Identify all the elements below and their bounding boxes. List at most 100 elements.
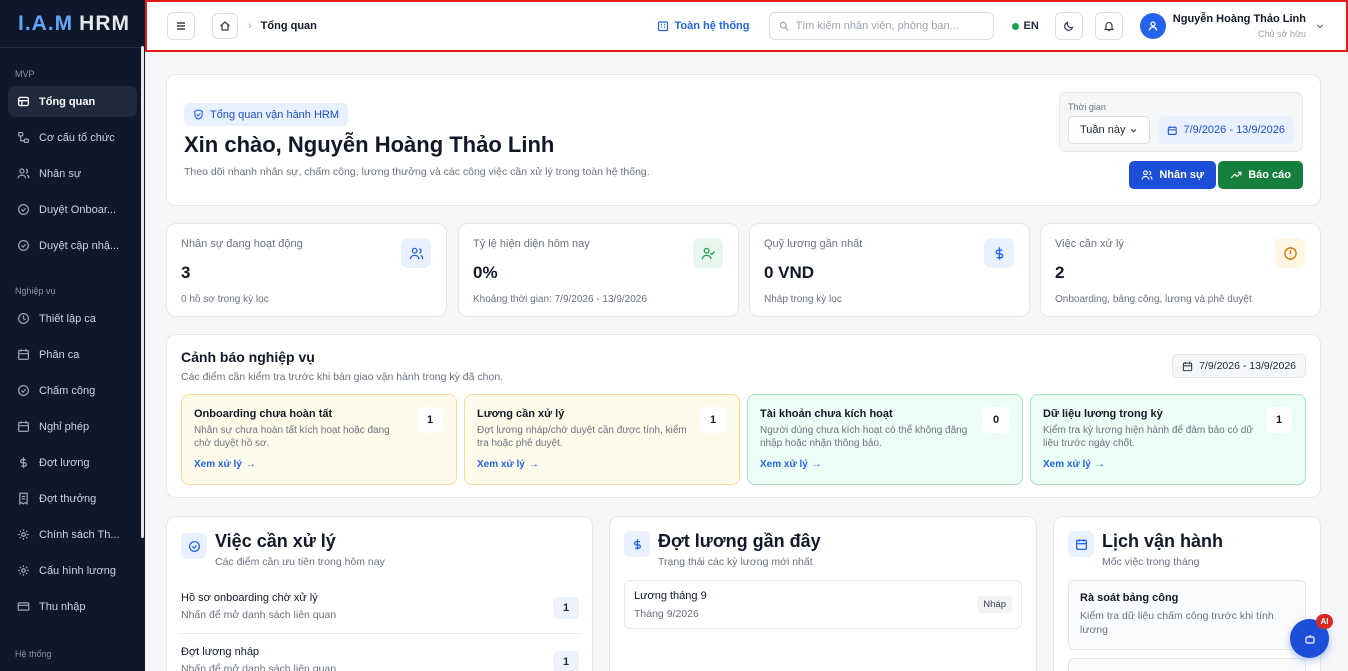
sidebar-item-label: Tổng quan (39, 95, 96, 108)
schedule-item-next[interactable] (1068, 658, 1306, 671)
sidebar-item-co-cau-to-chuc[interactable]: Cơ cấu tổ chức (8, 122, 137, 153)
sidebar-item-chinh-sach[interactable]: Chính sách Th... (8, 519, 137, 550)
stat-value: 3 (181, 263, 191, 282)
alert-link[interactable]: Xem xử lý → (194, 459, 444, 470)
schedule-item[interactable]: Rà soát bảng công Kiểm tra dữ liệu chấm … (1068, 580, 1306, 650)
check-circle-icon (18, 385, 29, 396)
stat-card-tasks[interactable]: Việc cần xử lý 2 Onboarding, bảng công, … (1040, 223, 1321, 317)
task-item[interactable]: Đợt lương nháp Nhấn để mở danh sách liên… (181, 646, 579, 671)
sidebar: I.A.M HRM MVP Tổng quan Cơ cấu tổ chức Nh… (0, 0, 145, 671)
payroll-card: Đợt lương gần đây Trạng thái các kỳ lươn… (609, 516, 1037, 671)
payroll-item[interactable]: Lương tháng 9 Tháng 9/2026 Nháp (624, 580, 1022, 629)
sidebar-section-he-thong: Hệ thống (15, 649, 52, 659)
sidebar-item-label: Đợt lương (39, 456, 90, 469)
shield-check-icon (194, 109, 203, 120)
wallet-icon (17, 602, 30, 611)
chevron-down-icon[interactable] (1315, 21, 1325, 31)
time-filter-panel: Thời gian Tuần này 7/9/2026 - 13/9/2026 (1059, 92, 1303, 152)
task-count: 1 (553, 597, 579, 619)
alert-inactive-accounts[interactable]: Tài khoản chưa kích hoạt Người dùng chưa… (747, 394, 1023, 485)
alert-onboarding[interactable]: Onboarding chưa hoàn tất Nhân sự chưa ho… (181, 394, 457, 485)
notification-button[interactable] (1094, 12, 1123, 40)
alert-payroll[interactable]: Lương cần xử lý Đợt lương nháp/chờ duyệt… (464, 394, 740, 485)
time-label: Thời gian (1068, 102, 1106, 112)
sidebar-item-label: Duyệt Onboar... (39, 203, 117, 216)
date-range-value: 7/9/2026 - 13/9/2026 (1183, 124, 1285, 136)
alert-link[interactable]: Xem xử lý → (1043, 459, 1293, 470)
sidebar-item-cham-cong[interactable]: Chấm công (8, 375, 137, 406)
check-circle-icon (18, 204, 29, 215)
sidebar-item-label: Nghỉ phép (39, 420, 90, 433)
date-range-picker[interactable]: 7/9/2026 - 13/9/2026 (1158, 116, 1294, 144)
alert-payroll-data[interactable]: Dữ liệu lương trong kỳ Kiểm tra kỳ lương… (1030, 394, 1306, 485)
alert-link[interactable]: Xem xử lý → (760, 459, 1010, 470)
report-button-label: Báo cáo (1248, 169, 1291, 181)
breadcrumb: Tổng quan (260, 20, 317, 32)
sidebar-item-duyet-onboarding[interactable]: Duyệt Onboar... (8, 194, 137, 225)
sidebar-item-nhan-su[interactable]: Nhân sự (8, 158, 137, 189)
sidebar-item-dot-luong[interactable]: Đợt lương (8, 447, 137, 478)
chevron-down-icon (1130, 128, 1137, 133)
search-icon (779, 21, 789, 31)
check-circle-icon (181, 533, 207, 559)
sidebar-item-nghi-phep[interactable]: Nghỉ phép (8, 411, 137, 442)
language-toggle[interactable]: EN (1011, 20, 1039, 32)
stat-label: Tỷ lệ hiện diện hôm nay (473, 238, 590, 250)
app-logo[interactable]: I.A.M HRM (0, 0, 145, 48)
menu-toggle-button[interactable] (167, 12, 195, 40)
payroll-subtitle: Trạng thái các kỳ lương mới nhất (658, 556, 813, 568)
arrow-right-icon: → (245, 459, 256, 470)
tasks-title: Việc cần xử lý (215, 531, 336, 551)
alert-link[interactable]: Xem xử lý → (477, 459, 727, 470)
sidebar-item-thiet-lap-ca[interactable]: Thiết lập ca (8, 303, 137, 334)
sidebar-item-dot-thuong[interactable]: Đợt thưởng (8, 483, 137, 514)
logo-text-iam: I.A.M (18, 11, 74, 35)
task-title: Đợt lương nháp (181, 646, 260, 658)
sidebar-scrollbar[interactable] (141, 46, 144, 538)
theme-toggle-button[interactable] (1054, 12, 1083, 40)
hero-badge-label: Tổng quan vận hành HRM (210, 108, 340, 121)
stat-card-attendance[interactable]: Tỷ lệ hiện diện hôm nay 0% Khoảng thời g… (458, 223, 739, 317)
stat-value: 0% (473, 263, 498, 282)
staff-button[interactable]: Nhân sự (1129, 161, 1216, 189)
org-chart-icon (18, 132, 29, 143)
users-icon (401, 238, 431, 268)
sidebar-item-duyet-cap-nhat[interactable]: Duyệt cập nhậ... (8, 230, 137, 261)
sidebar-item-cau-hinh-luong[interactable]: Cấu hình lương (8, 555, 137, 586)
payroll-name: Lương tháng 9 (634, 590, 707, 602)
alerts-range-badge[interactable]: 7/9/2026 - 13/9/2026 (1172, 354, 1306, 378)
sidebar-item-thu-nhap[interactable]: Thu nhập (8, 591, 137, 622)
bell-icon (1103, 21, 1115, 32)
avatar[interactable] (1139, 13, 1166, 39)
scope-selector[interactable]: Toàn hệ thống (657, 20, 750, 32)
stat-sub: 0 hồ sơ trong kỳ lọc (181, 294, 269, 305)
sidebar-item-tong-quan[interactable]: Tổng quan (8, 86, 137, 117)
alert-link-label: Xem xử lý (477, 459, 525, 470)
ai-badge: AI (1316, 614, 1333, 629)
alert-desc: Kiểm tra kỳ lương hiện hành để đảm bảo c… (1043, 425, 1254, 449)
user-info[interactable]: Nguyễn Hoàng Thảo Linh Chủ sở hữu (1173, 13, 1306, 39)
arrow-right-icon: → (811, 459, 822, 470)
search-input[interactable]: Tìm kiếm nhân viên, phòng ban... (768, 12, 994, 40)
tasks-subtitle: Các điểm cần ưu tiên trong hôm nay (215, 556, 385, 568)
home-button[interactable] (212, 13, 238, 39)
report-button[interactable]: Báo cáo (1218, 161, 1303, 189)
sidebar-item-label: Phân ca (39, 348, 80, 361)
alert-count: 1 (700, 407, 726, 433)
stat-card-active-staff[interactable]: Nhân sự đang hoạt động 3 0 hồ sơ trong k… (166, 223, 447, 317)
calendar-icon (18, 421, 29, 432)
calendar-icon (1167, 125, 1177, 135)
sidebar-item-label: Chấm công (39, 384, 96, 397)
logo-text-hrm: HRM (79, 11, 130, 35)
task-item[interactable]: Hồ sơ onboarding chờ xử lý Nhấn để mở da… (181, 592, 579, 634)
stat-label: Nhân sự đang hoạt động (181, 238, 303, 250)
sidebar-item-phan-ca[interactable]: Phân ca (8, 339, 137, 370)
menu-icon (177, 22, 185, 30)
calendar-icon (18, 349, 29, 360)
period-select[interactable]: Tuần này (1068, 116, 1150, 144)
stat-card-payroll[interactable]: Quỹ lương gần nhất 0 VND Nháp trong kỳ l… (749, 223, 1030, 317)
alert-link-label: Xem xử lý (194, 459, 242, 470)
payroll-period: Tháng 9/2026 (634, 608, 699, 620)
alert-desc: Người dùng chưa kích hoạt có thể không đ… (760, 425, 968, 449)
building-icon (657, 21, 668, 32)
